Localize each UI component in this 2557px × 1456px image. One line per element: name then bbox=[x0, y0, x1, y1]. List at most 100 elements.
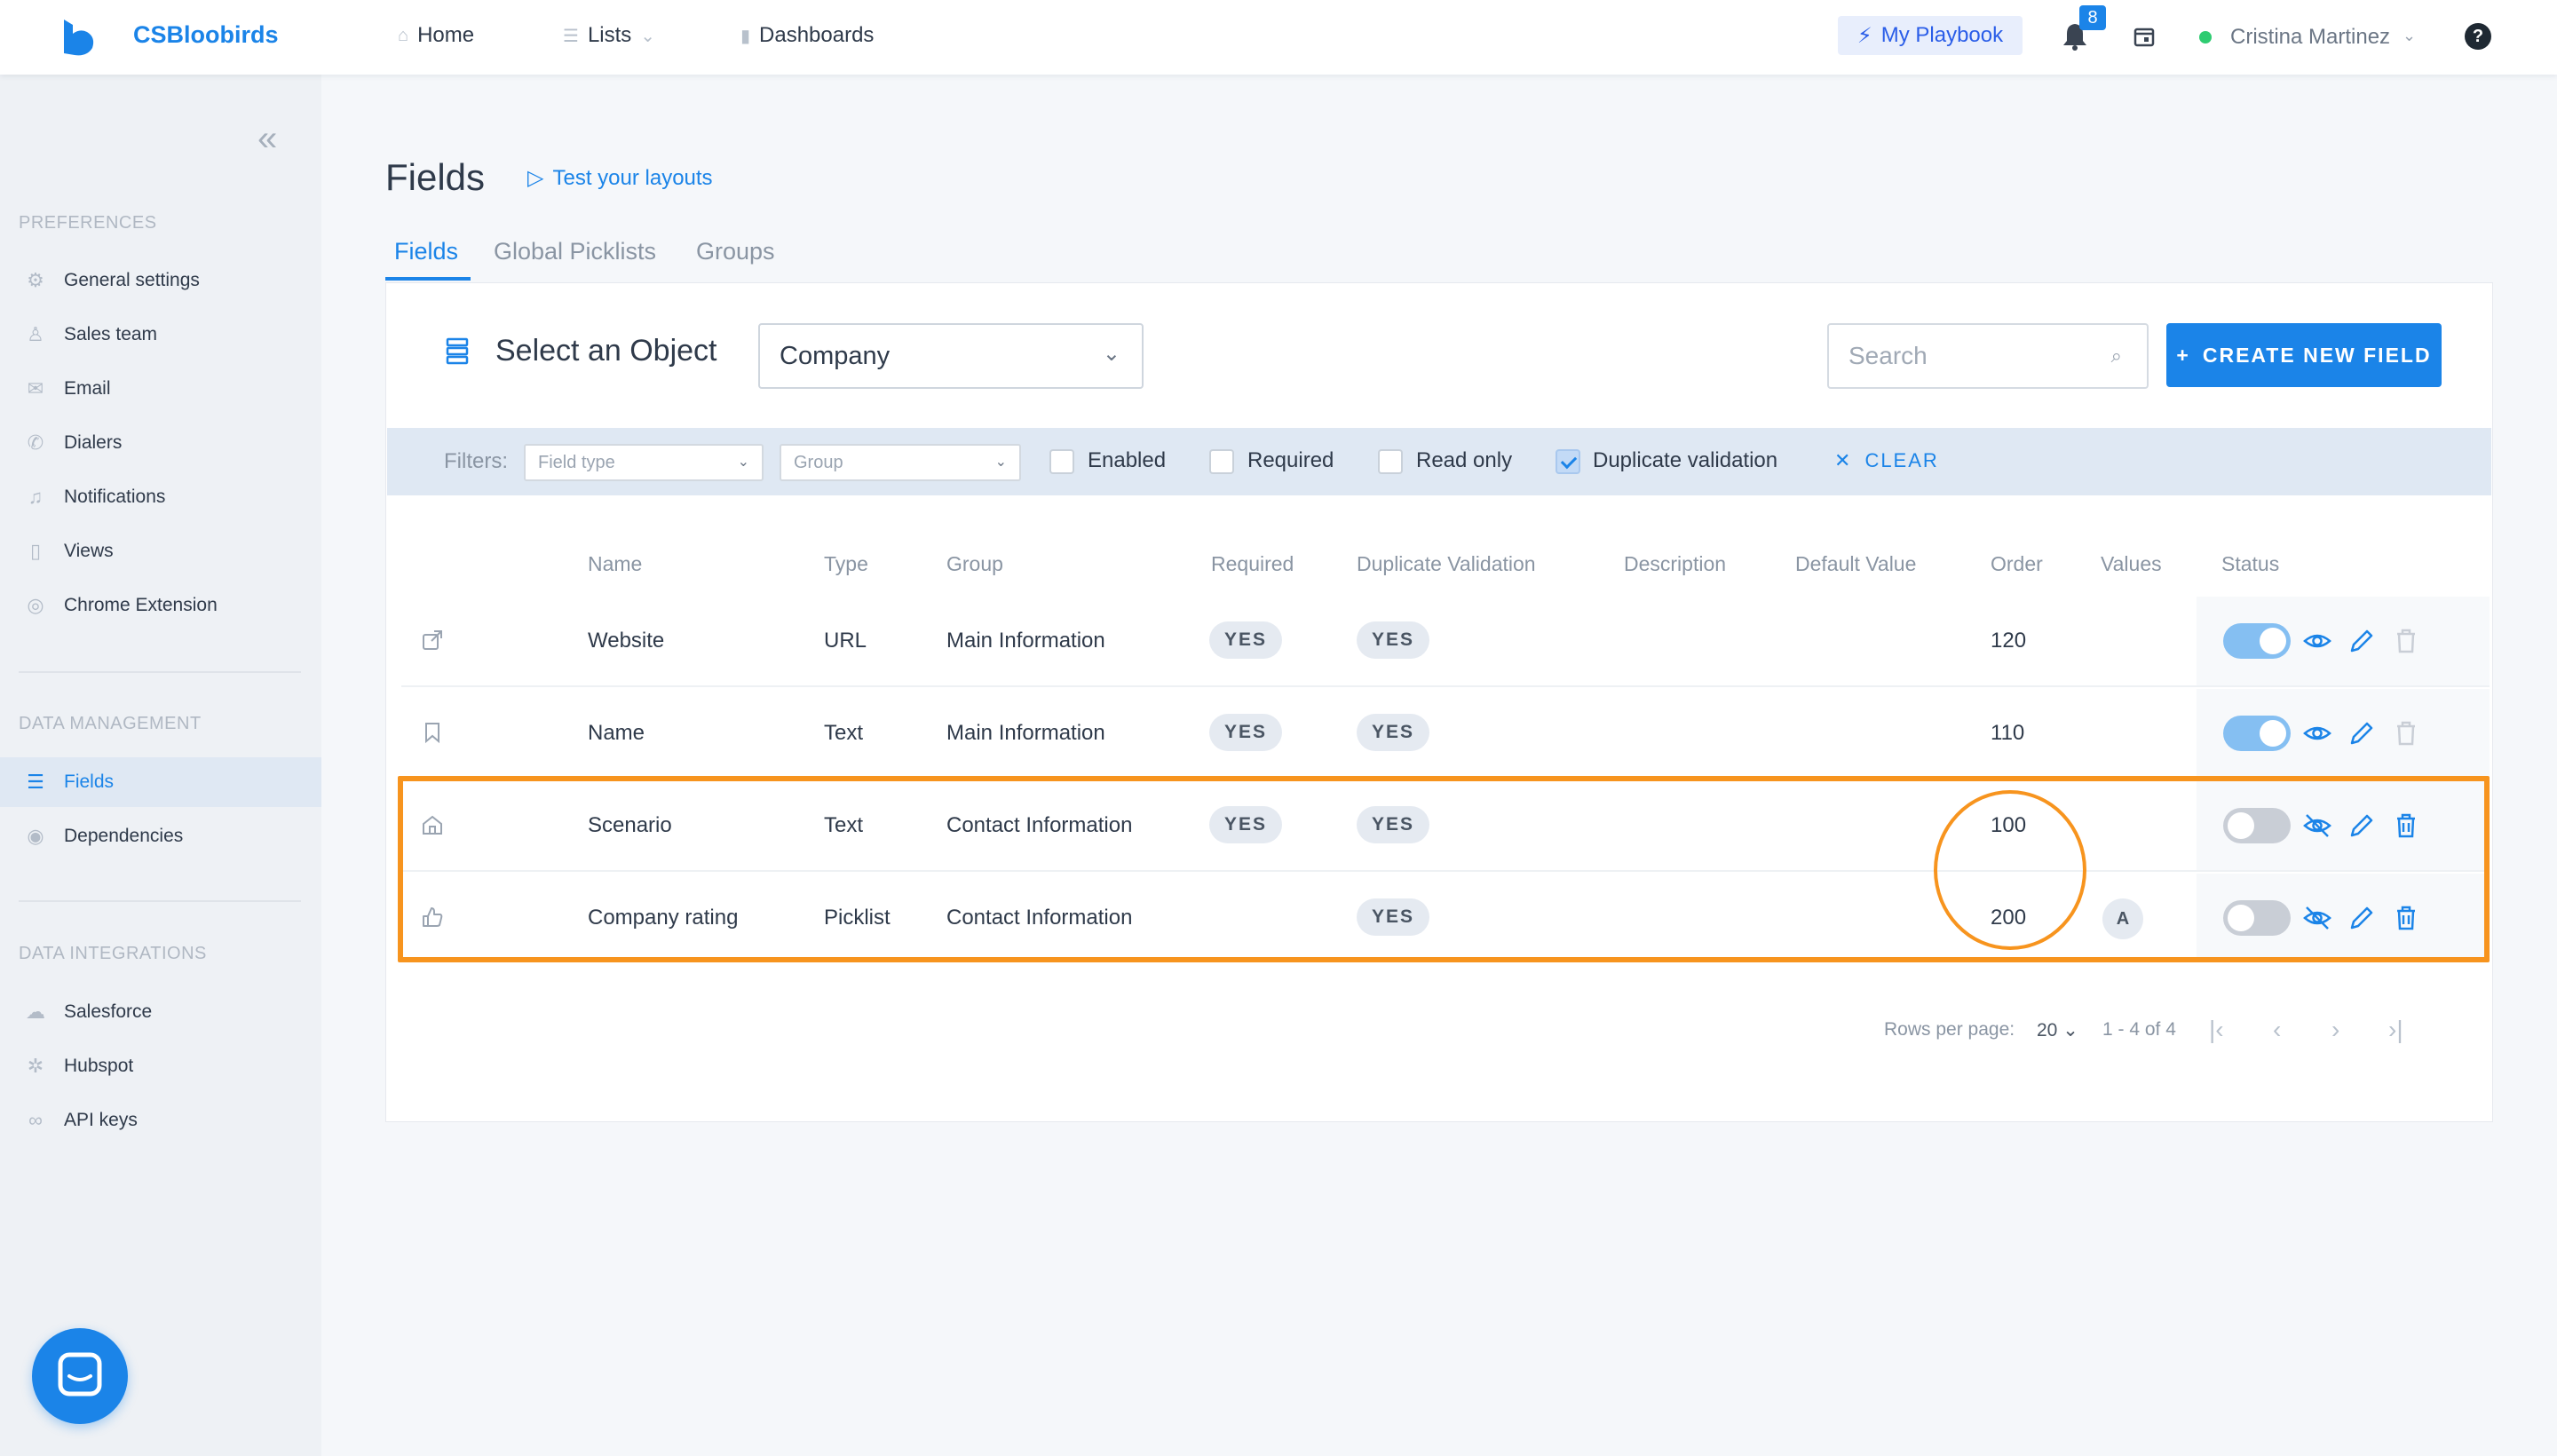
sidebar-item-label: Salesforce bbox=[64, 1001, 153, 1022]
my-playbook-label: My Playbook bbox=[1880, 23, 2004, 47]
sidebar-item-sales-team[interactable]: ♙ Sales team bbox=[0, 310, 321, 360]
field-type-filter[interactable]: Field type ⌄ bbox=[524, 444, 764, 481]
external-link-icon bbox=[423, 630, 442, 650]
section-title-data-management: DATA MANAGEMENT bbox=[19, 714, 202, 733]
chat-launcher-button[interactable] bbox=[32, 1328, 128, 1424]
logo-icon[interactable] bbox=[60, 18, 99, 57]
brand-name[interactable]: CSBloobirds bbox=[133, 21, 279, 49]
eye-icon[interactable] bbox=[2303, 627, 2331, 655]
plus-icon: + bbox=[2176, 343, 2190, 367]
column-header-status[interactable]: Status bbox=[2221, 552, 2279, 576]
object-select[interactable]: Company ⌄ bbox=[758, 323, 1144, 389]
user-name[interactable]: Cristina Martinez bbox=[2230, 25, 2390, 50]
sidebar-item-chrome-extension[interactable]: ◎ Chrome Extension bbox=[0, 581, 321, 630]
gear-icon: ⚙ bbox=[27, 269, 44, 291]
sidebar-item-hubspot[interactable]: ✲ Hubspot bbox=[0, 1041, 321, 1091]
fields-icon: ☰ bbox=[27, 771, 44, 793]
field-order: 110 bbox=[1991, 721, 2025, 745]
test-layouts-link[interactable]: ▷ Test your layouts bbox=[527, 165, 713, 191]
sidebar-item-fields[interactable]: ☰ Fields bbox=[0, 757, 321, 807]
chevron-down-icon: ⌄ bbox=[2062, 1020, 2078, 1041]
column-header-values[interactable]: Values bbox=[2101, 552, 2162, 576]
highlight-circle bbox=[1934, 790, 2086, 950]
clear-filters-button[interactable]: ✕ CLEAR bbox=[1834, 449, 1939, 472]
read-only-checkbox-label: Read only bbox=[1416, 448, 1513, 472]
sidebar-item-general-settings[interactable]: ⚙ General settings bbox=[0, 256, 321, 305]
field-enabled-toggle[interactable] bbox=[2223, 716, 2291, 751]
test-layouts-label: Test your layouts bbox=[552, 165, 713, 190]
column-header-type[interactable]: Type bbox=[824, 552, 868, 576]
bookmark-icon bbox=[425, 723, 439, 744]
chevron-down-icon[interactable]: ⌄ bbox=[2403, 27, 2416, 45]
collapse-sidebar-icon[interactable]: « bbox=[257, 121, 277, 156]
mail-icon: ✉ bbox=[27, 377, 44, 400]
sidebar-item-views[interactable]: ▯ Views bbox=[0, 526, 321, 576]
help-icon[interactable]: ? bbox=[2465, 23, 2491, 50]
tab-fields[interactable]: Fields bbox=[394, 238, 458, 265]
nav-lists-label: Lists bbox=[587, 23, 632, 47]
list-icon: ☰ bbox=[563, 26, 579, 46]
duplicate-validation-checkbox[interactable] bbox=[1556, 449, 1580, 474]
phone-icon: ✆ bbox=[27, 431, 44, 454]
required-badge: YES bbox=[1209, 714, 1282, 751]
nav-lists[interactable]: ☰ Lists ⌄ bbox=[563, 23, 655, 48]
eye-icon[interactable] bbox=[2303, 719, 2331, 748]
section-title-data-integrations: DATA INTEGRATIONS bbox=[19, 944, 207, 963]
column-header-duplicate-validation[interactable]: Duplicate Validation bbox=[1357, 552, 1536, 576]
top-bar: CSBloobirds ⌂ Home ☰ Lists ⌄ ▮ Dashboard… bbox=[0, 0, 2557, 75]
nav-dashboards[interactable]: ▮ Dashboards bbox=[740, 23, 874, 48]
read-only-checkbox[interactable] bbox=[1378, 449, 1403, 474]
first-page-icon[interactable]: |‹ bbox=[2209, 1016, 2224, 1044]
sidebar-item-dialers[interactable]: ✆ Dialers bbox=[0, 418, 321, 468]
next-page-icon[interactable]: › bbox=[2331, 1016, 2339, 1044]
group-filter[interactable]: Group ⌄ bbox=[780, 444, 1021, 481]
column-header-default-value[interactable]: Default Value bbox=[1795, 552, 1916, 576]
nav-home[interactable]: ⌂ Home bbox=[398, 23, 474, 48]
enabled-checkbox[interactable] bbox=[1049, 449, 1074, 474]
sidebar-item-email[interactable]: ✉ Email bbox=[0, 364, 321, 414]
trash-icon[interactable] bbox=[2392, 627, 2420, 655]
column-header-order[interactable]: Order bbox=[1991, 552, 2043, 576]
sidebar-item-salesforce[interactable]: ☁ Salesforce bbox=[0, 987, 321, 1037]
column-header-group[interactable]: Group bbox=[946, 552, 1003, 576]
column-header-required[interactable]: Required bbox=[1211, 552, 1294, 576]
search-input[interactable]: Search ⌕ bbox=[1827, 323, 2149, 389]
bar-chart-icon: ▮ bbox=[740, 26, 751, 46]
required-badge: YES bbox=[1209, 621, 1282, 659]
section-title-preferences: PREFERENCES bbox=[19, 213, 157, 233]
rows-per-page-select[interactable]: 20 ⌄ bbox=[2037, 1019, 2078, 1041]
sidebar-item-dependencies[interactable]: ◉ Dependencies bbox=[0, 811, 321, 861]
duplicate-validation-checkbox-label: Duplicate validation bbox=[1593, 448, 1778, 472]
sidebar-item-label: API keys bbox=[64, 1110, 138, 1130]
column-header-name[interactable]: Name bbox=[588, 552, 642, 576]
field-type: Text bbox=[824, 721, 864, 745]
toggle-knob bbox=[2260, 628, 2286, 654]
calendar-icon[interactable] bbox=[2133, 25, 2156, 48]
chevron-down-icon: ⌄ bbox=[994, 455, 1007, 470]
chrome-icon: ◎ bbox=[27, 594, 44, 616]
column-header-description[interactable]: Description bbox=[1624, 552, 1726, 576]
tab-groups[interactable]: Groups bbox=[696, 238, 775, 265]
required-checkbox[interactable] bbox=[1209, 449, 1234, 474]
sidebar-item-api-keys[interactable]: ∞ API keys bbox=[0, 1096, 321, 1145]
sidebar-item-notifications[interactable]: ♫ Notifications bbox=[0, 472, 321, 522]
object-list-icon bbox=[446, 337, 469, 365]
edit-icon[interactable] bbox=[2347, 719, 2376, 748]
cloud-icon: ☁ bbox=[26, 1001, 45, 1023]
home-icon: ⌂ bbox=[398, 25, 409, 45]
active-tab-indicator bbox=[385, 277, 471, 281]
previous-page-icon[interactable]: ‹ bbox=[2273, 1016, 2281, 1044]
sidebar-divider bbox=[19, 900, 301, 902]
my-playbook-button[interactable]: ⚡ My Playbook bbox=[1838, 16, 2023, 55]
field-enabled-toggle[interactable] bbox=[2223, 623, 2291, 659]
sidebar-item-label: Views bbox=[64, 541, 114, 561]
tab-global-picklists[interactable]: Global Picklists bbox=[494, 238, 656, 265]
edit-icon[interactable] bbox=[2347, 627, 2376, 655]
sidebar-item-label: Hubspot bbox=[64, 1056, 134, 1076]
search-icon: ⌕ bbox=[2110, 344, 2122, 367]
create-new-field-button[interactable]: + CREATE NEW FIELD bbox=[2166, 323, 2442, 387]
duplicate-validation-badge: YES bbox=[1357, 621, 1429, 659]
trash-icon[interactable] bbox=[2392, 719, 2420, 748]
chat-icon bbox=[58, 1352, 102, 1397]
last-page-icon[interactable]: ›| bbox=[2388, 1016, 2403, 1044]
